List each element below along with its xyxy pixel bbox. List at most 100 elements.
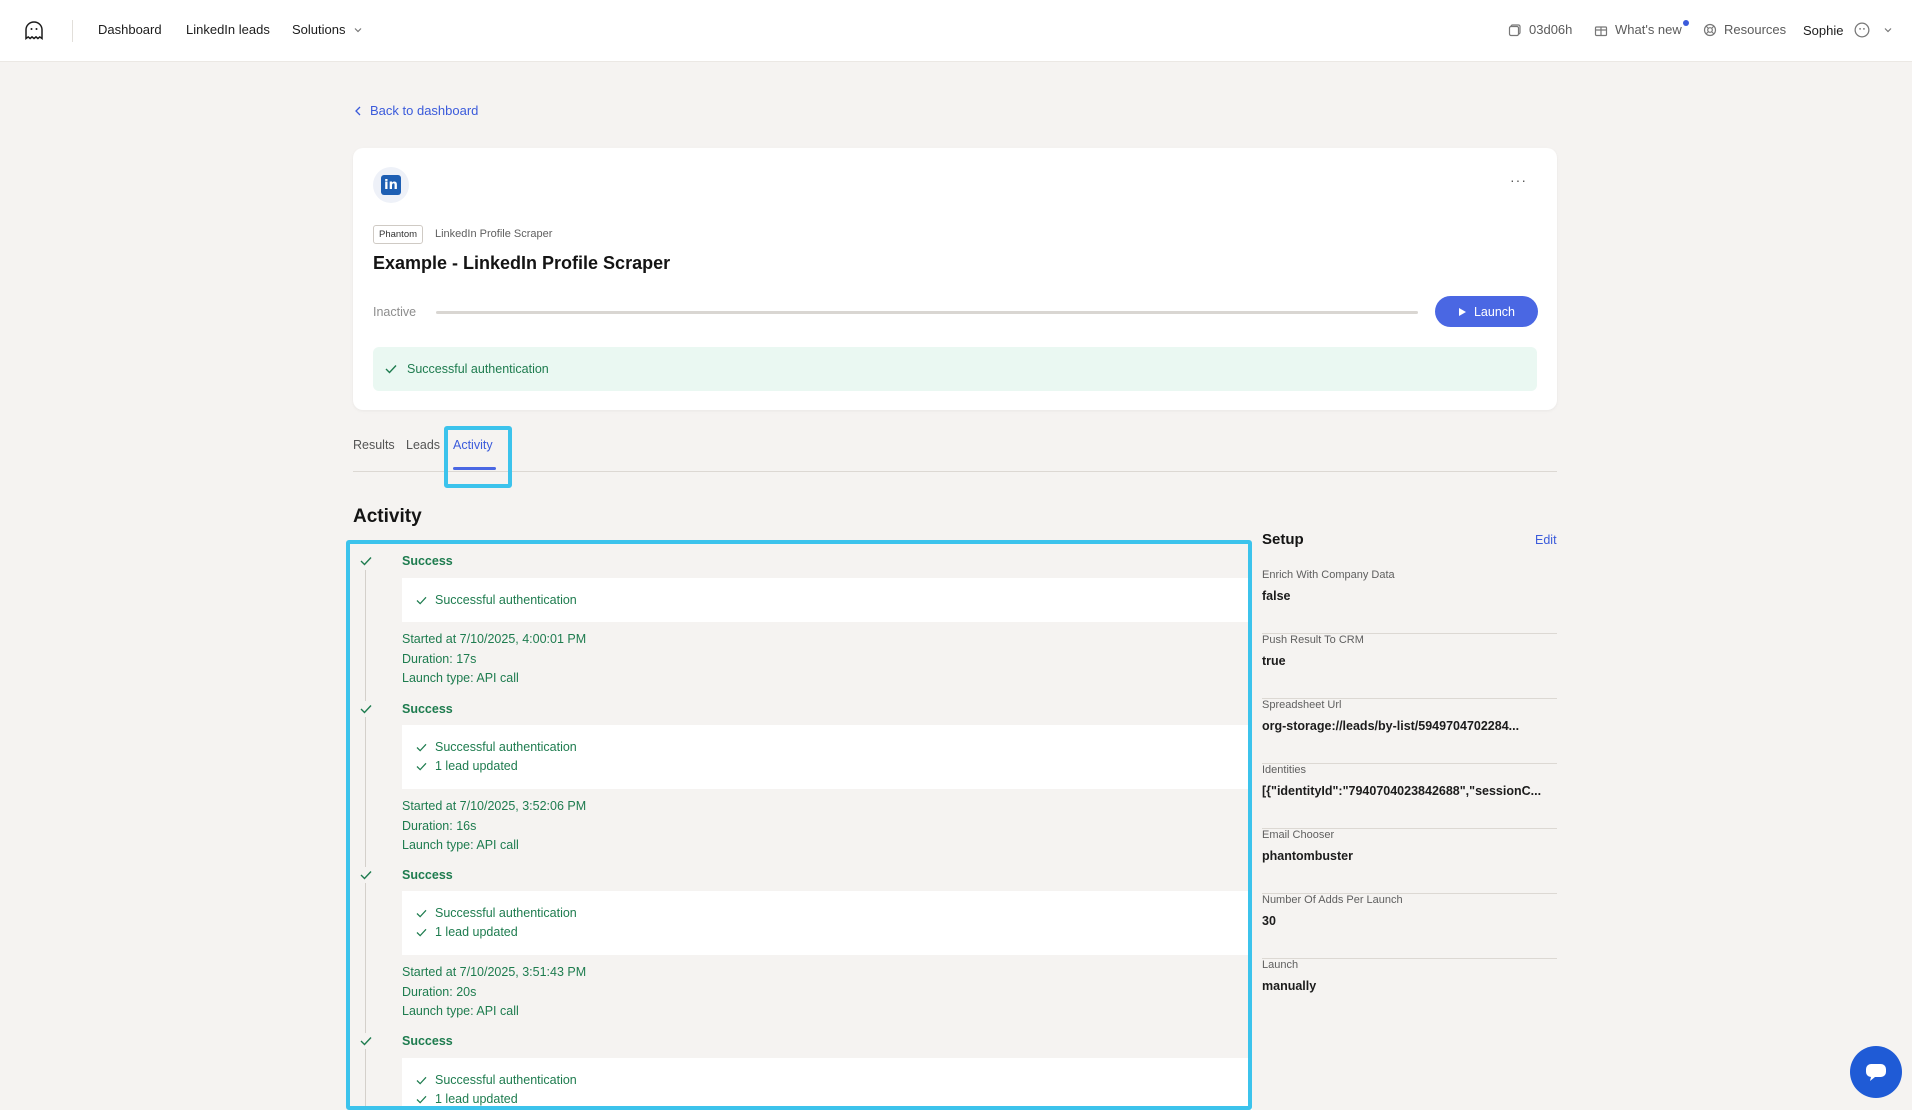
entry-message: Successful authentication <box>416 1073 577 1087</box>
check-icon <box>416 909 427 918</box>
setup-item-value: [{"identityId":"7940704023842688","sessi… <box>1262 784 1542 798</box>
tabs-divider <box>353 471 1557 472</box>
more-options-button[interactable]: ··· <box>1510 172 1527 188</box>
entry-launch-type: Launch type: API call <box>402 838 519 852</box>
entry-status: Success <box>402 868 453 882</box>
ghost-logo-icon[interactable] <box>22 19 46 43</box>
setup-item-identities: Identities [{"identityId":"79407040238426… <box>1262 764 1557 829</box>
entry-message-text: 1 lead updated <box>435 759 518 773</box>
entry-duration: Duration: 17s <box>402 651 477 666</box>
phantom-tag: Phantom <box>373 225 424 244</box>
entry-started: Started at 7/10/2025, 3:52:06 PM <box>402 799 587 813</box>
linkedin-icon: in <box>381 175 401 195</box>
check-icon <box>416 743 427 752</box>
setup-item-label: Email Chooser <box>1262 829 1335 841</box>
phantom-type: LinkedIn Profile Scraper <box>435 228 553 240</box>
entry-messages: Successful authentication 1 lead updated <box>402 725 1252 789</box>
check-icon <box>416 1095 427 1104</box>
auth-message: Successful authentication <box>407 362 549 376</box>
setup-item-value: true <box>1262 654 1286 668</box>
setup-item-enrich: Enrich With Company Data false <box>1262 569 1557 634</box>
setup-edit-button[interactable]: Edit <box>1535 533 1557 547</box>
setup-item-value: 30 <box>1262 914 1276 928</box>
entry-status: Success <box>402 1034 453 1048</box>
entry-duration: Duration: 16s <box>402 818 477 833</box>
launch-label: Launch <box>1473 304 1515 319</box>
setup-item-value: manually <box>1262 979 1317 993</box>
entry-message-text: Successful authentication <box>435 906 577 920</box>
auth-status-banner: Successful authentication <box>373 347 1537 391</box>
entry-message: Successful authentication <box>416 593 577 607</box>
setup-item-label: Push Result To CRM <box>1262 634 1364 646</box>
nav-dashboard-link[interactable]: Dashboard <box>98 22 162 37</box>
nav-divider <box>72 20 73 42</box>
setup-item-push-crm: Push Result To CRM true <box>1262 634 1557 699</box>
check-icon <box>385 365 397 374</box>
chevron-left-icon <box>355 106 361 115</box>
success-check-icon <box>358 1033 374 1049</box>
entry-message: Successful authentication <box>416 906 577 920</box>
entry-message: 1 lead updated <box>416 759 518 773</box>
entry-launch-type: Launch type: API call <box>402 671 519 685</box>
entry-launch-type: Launch type: API call <box>402 1004 519 1018</box>
entry-duration: Duration: 20s <box>402 984 477 999</box>
setup-item-value: phantombuster <box>1262 849 1353 863</box>
user-menu[interactable]: Sophie <box>1803 22 1893 38</box>
entry-status: Success <box>402 554 453 568</box>
activity-list: Success Successful authentication Starte… <box>346 540 1252 1110</box>
stack-icon <box>1508 23 1521 36</box>
chat-support-button[interactable] <box>1850 1046 1902 1098</box>
check-icon <box>416 928 427 937</box>
setup-item-spreadsheet-url: Spreadsheet Url org-storage://leads/by-li… <box>1262 699 1557 764</box>
entry-message-text: 1 lead updated <box>435 1092 518 1106</box>
top-navigation: Dashboard LinkedIn leads Solutions 03d06… <box>0 0 1912 62</box>
entry-message: 1 lead updated <box>416 1092 518 1106</box>
time-left-indicator[interactable]: 03d06h <box>1508 22 1572 37</box>
entry-status: Success <box>402 702 453 716</box>
back-to-dashboard-link[interactable]: Back to dashboard <box>354 103 478 118</box>
setup-item-label: Identities <box>1262 764 1307 776</box>
whats-new-button[interactable]: What's new <box>1594 20 1689 37</box>
check-icon <box>416 1076 427 1085</box>
time-left-value: 03d06h <box>1529 22 1573 37</box>
tab-leads[interactable]: Leads <box>406 438 440 452</box>
whats-new-label-wrap: What's new <box>1615 20 1689 37</box>
launch-button[interactable]: Launch <box>1435 296 1538 327</box>
setup-item-label: Number Of Adds Per Launch <box>1262 894 1403 906</box>
linkedin-badge: in <box>373 167 409 203</box>
phantom-title: Example - LinkedIn Profile Scraper <box>373 253 671 273</box>
success-check-icon <box>358 553 374 569</box>
nav-solutions-label: Solutions <box>292 22 346 37</box>
setup-item-launch: Launch manually <box>1262 959 1557 1024</box>
setup-title: Setup <box>1262 531 1304 548</box>
entry-messages: Successful authentication <box>402 578 1252 622</box>
entry-message-text: 1 lead updated <box>435 925 518 939</box>
setup-item-label: Enrich With Company Data <box>1262 569 1395 581</box>
entry-message: 1 lead updated <box>416 925 518 939</box>
notification-dot <box>1682 20 1689 26</box>
entry-messages: Successful authentication 1 lead updated <box>402 1058 1252 1110</box>
entry-started: Started at 7/10/2025, 3:51:43 PM <box>402 965 587 979</box>
entry-message: Successful authentication <box>416 740 577 754</box>
setup-item-label: Launch <box>1262 959 1299 971</box>
resources-label: Resources <box>1724 22 1787 37</box>
entry-meta: Started at 7/10/2025, 4:00:01 PM Duratio… <box>402 630 586 689</box>
play-icon <box>1458 307 1466 316</box>
tab-results[interactable]: Results <box>353 438 395 452</box>
check-icon <box>416 596 427 605</box>
back-link-label: Back to dashboard <box>370 103 479 118</box>
nav-solutions-menu[interactable]: Solutions <box>292 22 363 37</box>
entry-message-text: Successful authentication <box>435 593 577 607</box>
success-check-icon <box>358 867 374 883</box>
nav-linkedin-leads-link[interactable]: LinkedIn leads <box>186 22 270 37</box>
entry-meta: Started at 7/10/2025, 3:51:43 PM Duratio… <box>402 963 586 1022</box>
setup-item-email-chooser: Email Chooser phantombuster <box>1262 829 1557 894</box>
whats-new-label: What's new <box>1615 22 1682 37</box>
entry-message-text: Successful authentication <box>435 1073 577 1087</box>
setup-item-label: Spreadsheet Url <box>1262 699 1342 711</box>
entry-message-text: Successful authentication <box>435 740 577 754</box>
resources-button[interactable]: Resources <box>1703 22 1786 37</box>
tab-activity[interactable]: Activity <box>453 438 493 452</box>
activity-section-title: Activity <box>353 506 422 527</box>
phantom-card: in ··· Phantom LinkedIn Profile Scraper … <box>353 148 1557 410</box>
